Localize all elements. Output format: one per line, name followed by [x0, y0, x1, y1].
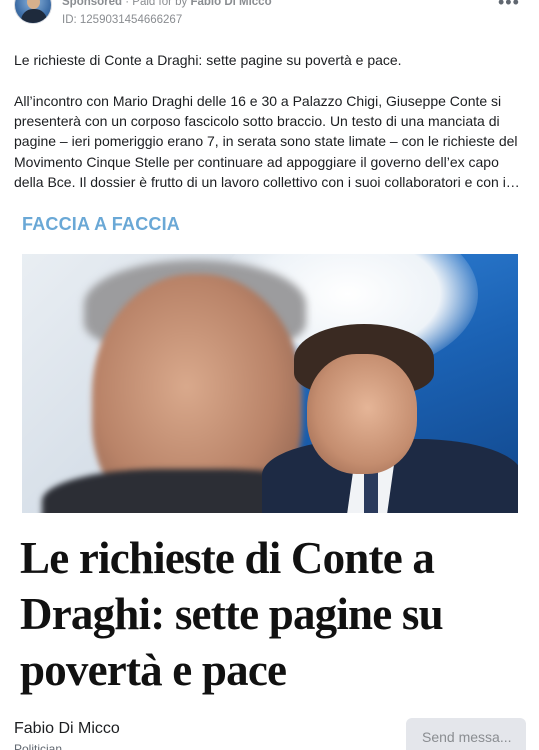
creative-photo — [22, 254, 518, 513]
sponsor-line: Sponsored · Paid for by Fabio Di Micco — [62, 0, 272, 8]
payer-name[interactable]: Fabio Di Micco — [190, 0, 271, 8]
send-message-button[interactable]: Send messa... — [406, 718, 526, 750]
creative-kicker: FACCIA A FACCIA — [22, 214, 180, 234]
page-avatar[interactable] — [14, 0, 52, 24]
more-horizontal-icon[interactable]: ••• — [498, 0, 520, 13]
footer-page-category: Politician — [14, 742, 63, 750]
ad-creative-image[interactable]: FACCIA A FACCIA Le richieste di Conte a … — [14, 200, 526, 705]
right-person-face — [307, 354, 417, 474]
ad-footer: Fabio Di Micco Politician Send messa... — [0, 712, 539, 750]
ad-header: Sponsored · Paid for by Fabio Di Micco I… — [0, 0, 539, 36]
avatar-head-shape — [27, 0, 40, 9]
creative-title: Le richieste di Conte a Draghi: sette pa… — [20, 533, 444, 695]
footer-page-name[interactable]: Fabio Di Micco — [14, 720, 120, 738]
avatar-body-shape — [21, 9, 47, 23]
post-body[interactable]: All’incontro con Mario Draghi delle 16 e… — [14, 91, 526, 192]
paid-for-by-label: · Paid for by — [122, 0, 191, 8]
post-headline: Le richieste di Conte a Draghi: sette pa… — [14, 52, 402, 68]
sponsored-label: Sponsored — [62, 0, 123, 8]
ad-id: ID: 1259031454666267 — [62, 14, 183, 26]
